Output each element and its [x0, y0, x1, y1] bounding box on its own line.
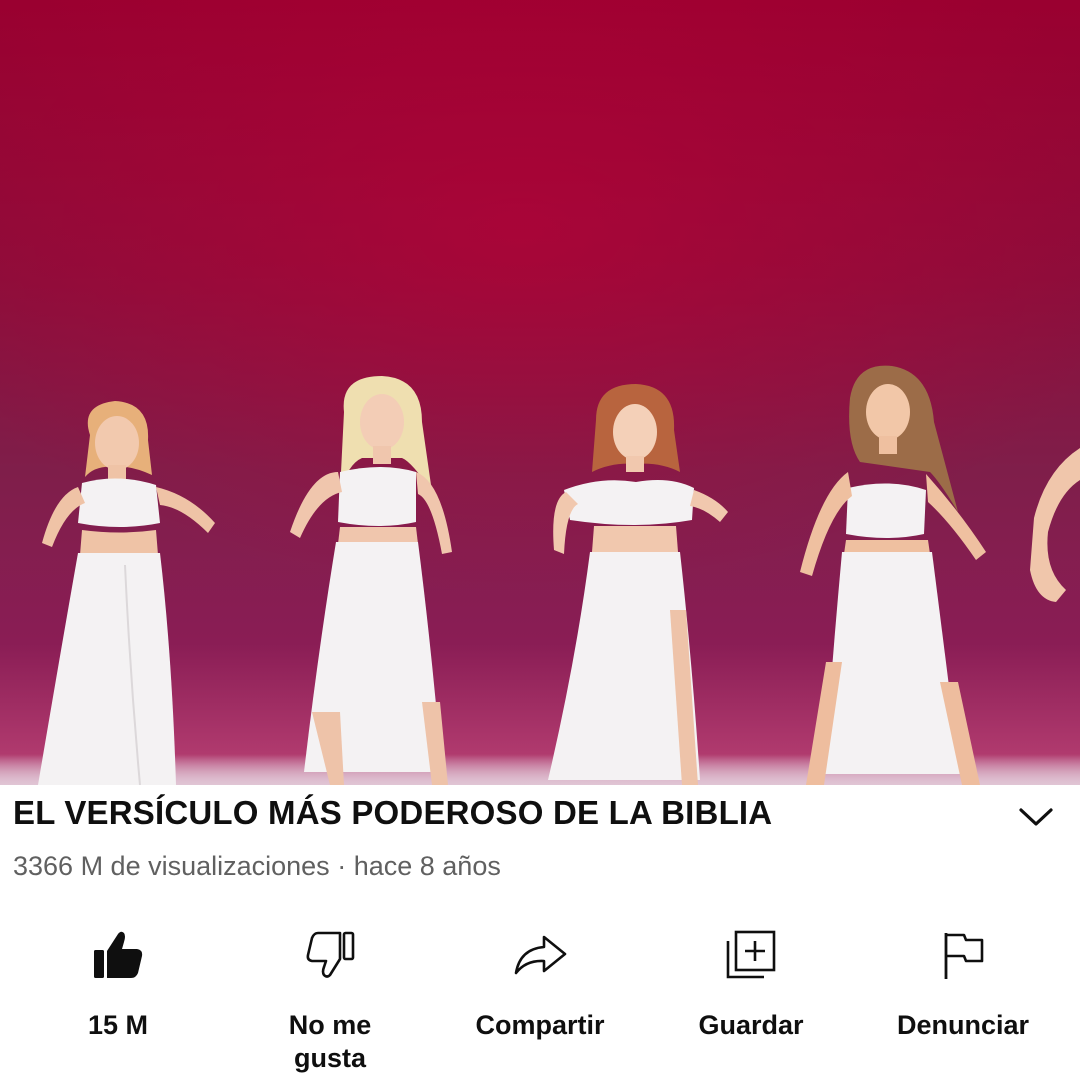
video-metadata: 3366 M de visualizaciones · hace 8 años: [13, 851, 501, 882]
report-button[interactable]: Denunciar: [873, 925, 1053, 1042]
thumbs-down-icon: [300, 925, 360, 985]
meta-separator: ·: [337, 851, 347, 881]
share-button[interactable]: Compartir: [450, 925, 630, 1042]
like-button[interactable]: 15 M: [28, 925, 208, 1042]
share-arrow-icon: [510, 925, 570, 985]
video-title-row[interactable]: EL VERSÍCULO MÁS PODEROSO DE LA BIBLIA: [0, 785, 1080, 843]
view-count: 3366 M de visualizaciones: [13, 851, 330, 881]
dancer-figure: [1026, 440, 1080, 610]
like-count: 15 M: [87, 1010, 149, 1040]
thumbs-up-icon: [88, 925, 148, 985]
share-label: Compartir: [475, 1010, 605, 1040]
dancer-figure: [30, 395, 230, 785]
report-label: Denunciar: [896, 1010, 1030, 1040]
dislike-label: No me gusta: [288, 1010, 372, 1073]
flag-icon: [933, 925, 993, 985]
dancer-figure: [790, 362, 1000, 785]
chevron-down-icon: [1019, 808, 1053, 826]
video-actions-bar: 15 M No me gusta Compartir Guardar Denun…: [0, 925, 1080, 1080]
video-title: EL VERSÍCULO MÁS PODEROSO DE LA BIBLIA: [13, 794, 773, 831]
dancer-figure: [282, 372, 482, 785]
dislike-button[interactable]: No me gusta: [240, 925, 420, 1075]
save-label: Guardar: [698, 1010, 804, 1040]
upload-age: hace 8 años: [353, 851, 501, 881]
dancer-figure: [540, 380, 740, 785]
save-button[interactable]: Guardar: [661, 925, 841, 1042]
expand-description-button[interactable]: [1014, 795, 1058, 839]
add-to-playlist-icon: [721, 925, 781, 985]
video-player[interactable]: [0, 0, 1080, 785]
